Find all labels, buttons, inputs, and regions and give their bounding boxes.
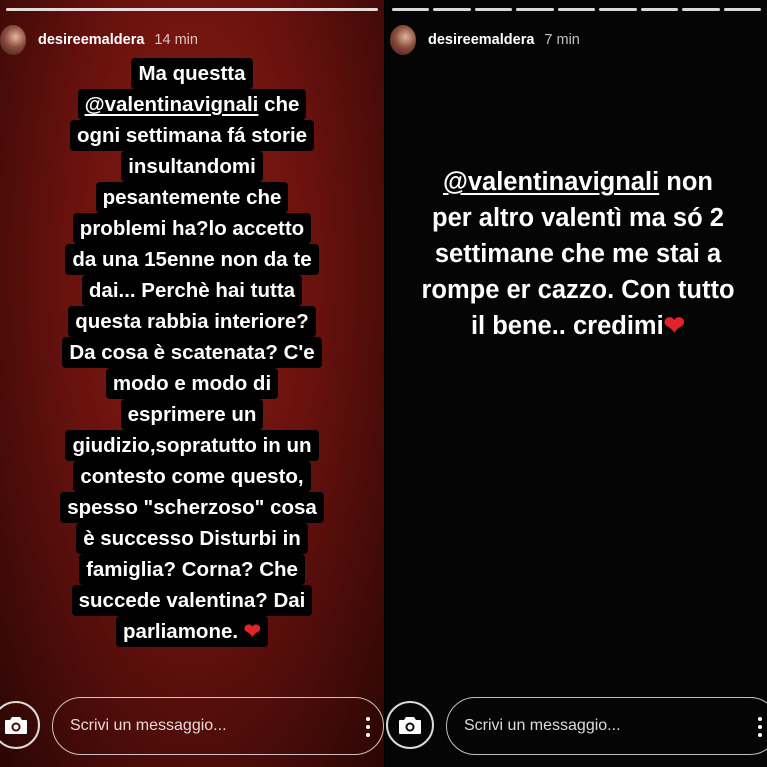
story-line: per altro valentì ma só 2	[432, 204, 724, 232]
story-line: famiglia? Corna? Che	[79, 554, 305, 585]
username[interactable]: desireemaldera	[428, 32, 534, 48]
story-line: giudizio,sopratutto in un	[65, 430, 319, 461]
more-vertical-icon[interactable]	[366, 717, 370, 737]
message-placeholder: Scrivi un messaggio...	[70, 717, 227, 734]
story-footer: Scrivi un messaggio...	[0, 697, 384, 755]
progress-segment	[682, 8, 720, 11]
story-progress-bar	[6, 8, 378, 11]
story-line: questa rabbia interiore?	[68, 306, 316, 337]
story-line: è successo Disturbi in	[76, 523, 308, 554]
story-panel-right[interactable]: desireemaldera 7 min @valentinavignali n…	[386, 0, 767, 767]
story-line-mention[interactable]: @valentinavignali che	[77, 89, 307, 120]
story-line: da una 15enne non da te	[65, 244, 319, 275]
story-progress-bar	[392, 8, 761, 11]
story-footer: Scrivi un messaggio...	[386, 697, 767, 755]
camera-icon	[5, 717, 27, 734]
progress-segment	[392, 8, 430, 11]
avatar[interactable]	[390, 25, 416, 55]
story-line-mention[interactable]: @valentinavignali non	[386, 164, 767, 200]
message-placeholder: Scrivi un messaggio...	[464, 717, 621, 734]
story-line: spesso "scherzoso" cosa	[60, 492, 324, 523]
timestamp: 14 min	[154, 32, 198, 48]
progress-segment	[640, 8, 679, 11]
story-header: desireemaldera 7 min	[386, 24, 767, 56]
story-line: contesto come questo,	[73, 461, 311, 492]
progress-segment	[723, 8, 761, 11]
story-line: settimane che me stai a	[434, 240, 722, 268]
story-line: dai... Perchè hai tutta	[81, 275, 303, 306]
progress-segment	[599, 8, 637, 11]
story-line: problemi ha?lo accetto	[72, 213, 312, 244]
story-panel-left[interactable]: desireemaldera 14 min Ma questta @valent…	[0, 0, 384, 767]
story-line: rompe er cazzo. Con tutto	[421, 276, 735, 304]
story-line: pesantemente che	[95, 182, 289, 213]
heart-icon: ❤	[243, 620, 261, 643]
camera-button[interactable]	[0, 701, 40, 749]
story-line: ogni settimana fá storie	[69, 120, 315, 151]
story-line: parliamone. ❤	[116, 616, 268, 647]
story-line: succede valentina? Dai	[71, 585, 313, 616]
story-line: Ma questta	[131, 58, 253, 89]
timestamp: 7 min	[544, 32, 580, 48]
story-line: esprimere un	[120, 399, 264, 430]
story-header: desireemaldera 14 min	[0, 24, 384, 56]
username[interactable]: desireemaldera	[38, 32, 144, 48]
heart-icon: ❤	[663, 312, 686, 340]
progress-segment	[516, 8, 554, 11]
camera-button[interactable]	[386, 701, 434, 749]
progress-segment	[433, 8, 471, 11]
progress-segment	[6, 8, 378, 11]
story-line: il bene.. credimi❤	[470, 312, 686, 340]
more-vertical-icon[interactable]	[758, 717, 762, 737]
story-text: Ma questta @valentinavignali che ogni se…	[0, 58, 384, 647]
story-line: insultandomi	[121, 151, 263, 182]
story-line: Da cosa è scatenata? C'e	[62, 337, 322, 368]
message-input[interactable]: Scrivi un messaggio...	[52, 697, 384, 755]
progress-segment	[474, 8, 513, 11]
story-line: modo e modo di	[105, 368, 279, 399]
camera-icon	[399, 717, 421, 734]
progress-segment	[557, 8, 596, 11]
story-text: @valentinavignali non per altro valentì …	[386, 164, 767, 344]
avatar[interactable]	[0, 25, 26, 55]
message-input[interactable]: Scrivi un messaggio...	[446, 697, 767, 755]
